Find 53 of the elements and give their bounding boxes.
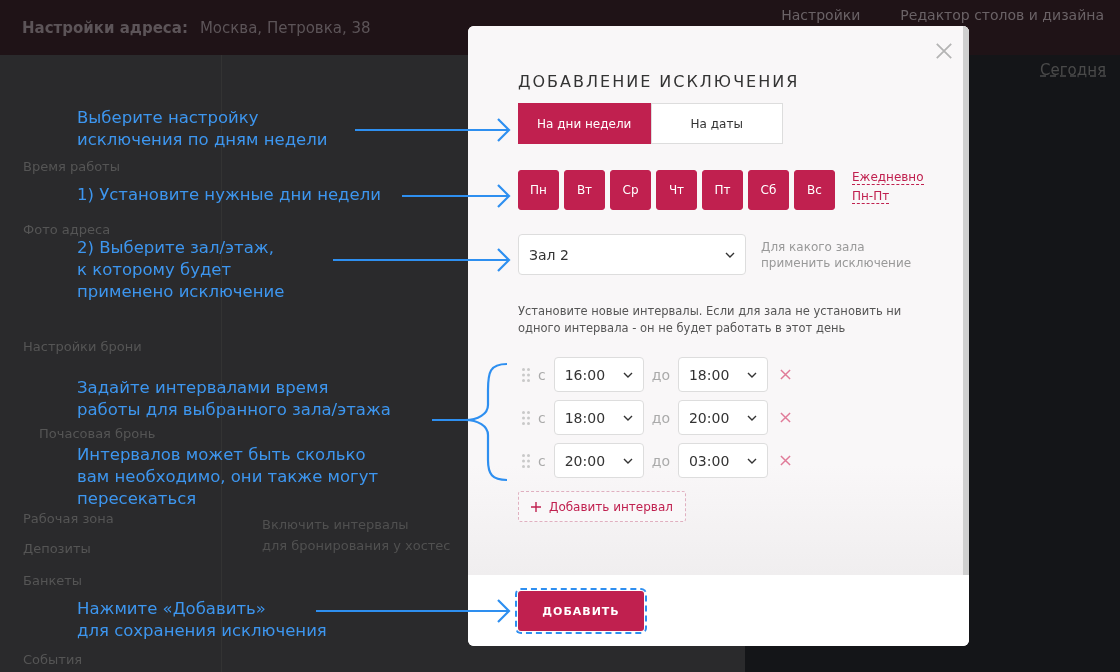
add-button[interactable]: ДОБАВИТЬ	[518, 591, 644, 631]
time-select[interactable]: 03:00	[677, 443, 768, 478]
chevron-icon	[622, 371, 633, 378]
weekday-toggle[interactable]: Пн	[518, 170, 559, 210]
weekday-toggle[interactable]: Вс	[794, 170, 835, 210]
page-title: Настройки адреса:	[22, 18, 188, 37]
hall-hint: Для какого зала применить исключение	[761, 238, 912, 271]
drag-handle-icon[interactable]	[522, 367, 530, 382]
chevron-icon	[746, 414, 757, 421]
intervals-hint: Установите новые интервалы. Если для зала не установить ни одного интервала - он не будет работать в этот день	[518, 303, 903, 337]
time-select[interactable]: 16:00	[553, 357, 644, 392]
chevron-icon	[746, 457, 757, 464]
to-label: до	[651, 452, 670, 469]
weekday-toggle[interactable]: Пт	[702, 170, 743, 210]
annotation-text: Интервалов может быть сколько вам необходимо, они также могут пересекаться	[77, 444, 379, 510]
remove-icon[interactable]	[779, 412, 791, 423]
annotation-text: 2) Выберите зал/этаж, к которому будет применено исключение	[77, 237, 285, 303]
weekday-toggle[interactable]: Чт	[656, 170, 697, 210]
hall-select[interactable]: Зал 2	[518, 234, 746, 275]
remove-icon[interactable]	[779, 369, 791, 380]
from-label: с	[538, 452, 546, 469]
weekday-toggle[interactable]: Сб	[748, 170, 789, 210]
remove-icon[interactable]	[779, 455, 791, 466]
plus-icon	[531, 501, 541, 512]
annotation-text: 1) Установите нужные дни недели	[77, 184, 381, 206]
chevron-icon	[622, 457, 633, 464]
mode-tab[interactable]: На даты	[650, 103, 783, 144]
from-label: с	[538, 366, 546, 383]
preset-link[interactable]: Пн-Пт	[852, 189, 890, 204]
close-icon[interactable]	[935, 42, 953, 60]
to-label: до	[651, 409, 670, 426]
modal-title: ДОБАВЛЕНИЕ ИСКЛЮЧЕНИЯ	[518, 72, 801, 91]
add-interval-button[interactable]: Добавить интервал	[518, 491, 686, 522]
time-select[interactable]: 18:00	[553, 400, 644, 435]
chevron-icon	[746, 371, 757, 378]
mode-tab[interactable]: На дни недели	[518, 103, 651, 144]
from-label: с	[538, 409, 546, 426]
annotation-text: Нажмите «Добавить» для сохранения исключения	[77, 598, 327, 642]
time-select[interactable]: 20:00	[553, 443, 644, 478]
chevron-icon	[622, 414, 633, 421]
time-select[interactable]: 18:00	[677, 357, 768, 392]
drag-handle-icon[interactable]	[522, 410, 530, 425]
to-label: до	[651, 366, 670, 383]
header-link[interactable]: Настройки	[781, 7, 861, 23]
annotation-text: Задайте интервалами время работы для выбранного зала/этажа	[77, 377, 391, 421]
weekday-toggle[interactable]: Ср	[610, 170, 651, 210]
annotation-text: Выберите настройку исключения по дням недели	[77, 107, 328, 151]
chevron-icon	[725, 251, 735, 258]
drag-handle-icon[interactable]	[522, 453, 530, 468]
header-link[interactable]: Редактор столов и дизайна	[900, 7, 1104, 23]
weekday-toggle[interactable]: Вт	[564, 170, 605, 210]
time-select[interactable]: 20:00	[677, 400, 768, 435]
preset-link[interactable]: Ежедневно	[852, 170, 924, 185]
